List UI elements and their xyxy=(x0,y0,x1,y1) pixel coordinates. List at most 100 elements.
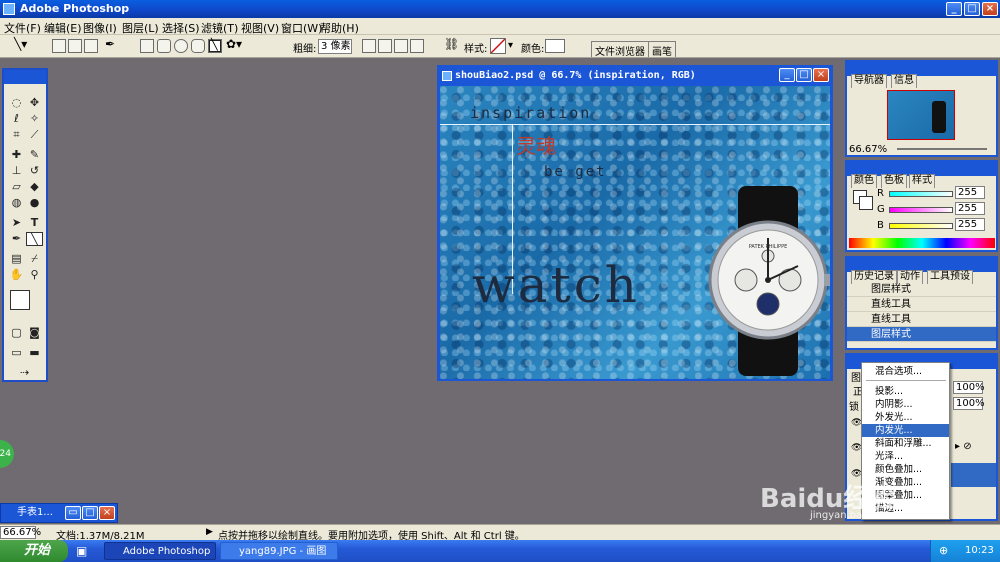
slice-tool-icon[interactable]: ⟋ xyxy=(26,128,43,142)
paint-bucket-icon[interactable]: ◆ xyxy=(26,180,43,194)
menu-filter[interactable]: 滤镜(T) xyxy=(201,20,238,36)
tab-navigator[interactable]: 导航器 xyxy=(851,74,887,88)
maximize-button[interactable]: □ xyxy=(964,2,980,16)
tab-swatches[interactable]: 色板 xyxy=(881,174,907,188)
mini-maximize-button[interactable]: □ xyxy=(82,506,98,520)
status-zoom[interactable]: 66.67% xyxy=(0,526,41,539)
polygon-button[interactable] xyxy=(191,39,205,53)
history-item[interactable]: 直线工具 xyxy=(847,312,996,327)
fullscreen-mode-icon[interactable]: ▬ xyxy=(26,346,43,360)
screen-mode-icon[interactable]: ▭ xyxy=(8,346,25,360)
line-tool-preset-icon[interactable]: ╲▾ xyxy=(14,37,27,51)
healing-brush-icon[interactable]: ✚ xyxy=(8,148,25,162)
menu-help[interactable]: 帮助(H) xyxy=(320,20,359,36)
menu-file[interactable]: 文件(F) xyxy=(4,20,41,36)
navigator-zoom[interactable]: 66.67% xyxy=(849,144,887,155)
pen-tool-icon[interactable]: ✒ xyxy=(8,232,25,246)
selected-layer-row[interactable] xyxy=(951,463,996,487)
fill-pixels-button[interactable] xyxy=(84,39,98,53)
color-bg-swatch[interactable] xyxy=(859,196,873,210)
tab-brushes[interactable]: 画笔 xyxy=(648,41,676,58)
show-desktop-icon[interactable]: ▣ xyxy=(76,544,87,558)
shape-layers-button[interactable] xyxy=(52,39,66,53)
jump-to-imageready-icon[interactable]: ⇢ xyxy=(16,366,33,380)
style-dropdown-icon[interactable]: ▾ xyxy=(508,40,513,51)
menu-view[interactable]: 视图(V) xyxy=(241,20,279,36)
slider-g[interactable] xyxy=(889,207,953,213)
pen-icon[interactable]: ✒ xyxy=(105,37,115,51)
taskbar-photoshop[interactable]: Adobe Photoshop xyxy=(104,542,216,560)
marquee-tool-icon[interactable]: ◌ xyxy=(8,96,25,110)
menu-stroke[interactable]: 描边... xyxy=(862,502,949,515)
tab-styles[interactable]: 样式 xyxy=(909,174,935,188)
blur-tool-icon[interactable]: ◍ xyxy=(8,196,25,210)
value-r[interactable]: 255 xyxy=(955,186,985,199)
crop-tool-icon[interactable]: ⌗ xyxy=(8,128,25,142)
taskbar-paint[interactable]: yang89.JPG - 画图 xyxy=(220,542,338,560)
combine-mode-3[interactable] xyxy=(394,39,408,53)
doc-minimize-button[interactable]: _ xyxy=(779,68,795,82)
floating-badge[interactable]: 24 xyxy=(0,440,14,468)
history-item-selected[interactable]: 图层样式 xyxy=(847,327,996,342)
slider-r[interactable] xyxy=(889,191,953,197)
brush-tool-icon[interactable]: ✎ xyxy=(26,148,43,162)
foreground-color-swatch[interactable] xyxy=(10,290,30,310)
custom-shape-icon[interactable]: ✿▾ xyxy=(226,37,242,51)
value-b[interactable]: 255 xyxy=(955,218,985,231)
menu-select[interactable]: 选择(S) xyxy=(162,20,200,36)
paths-button[interactable] xyxy=(68,39,82,53)
weight-input[interactable]: 3 像素 xyxy=(318,39,352,54)
menu-outer-glow[interactable]: 外发光... xyxy=(862,411,949,424)
rounded-rectangle-button[interactable] xyxy=(157,39,171,53)
color-swatch[interactable] xyxy=(545,39,565,53)
close-button[interactable]: × xyxy=(982,2,998,16)
menu-inner-glow[interactable]: 内发光... xyxy=(862,424,949,437)
combine-mode-1[interactable] xyxy=(362,39,376,53)
menu-image[interactable]: 图像(I) xyxy=(83,20,117,36)
menu-gradient-overlay[interactable]: 渐变叠加... xyxy=(862,476,949,489)
doc-maximize-button[interactable]: □ xyxy=(796,68,812,82)
status-arrow-icon[interactable]: ▶ xyxy=(206,527,213,537)
combine-mode-4[interactable] xyxy=(410,39,424,53)
minimized-document[interactable]: 手表1... ▭ □ × xyxy=(0,503,118,523)
tray-network-icon[interactable]: ⊕ xyxy=(939,540,948,562)
style-swatch[interactable] xyxy=(490,38,506,54)
menu-pattern-overlay[interactable]: 图案叠加... xyxy=(862,489,949,502)
menu-window[interactable]: 窗口(W) xyxy=(281,20,322,36)
combine-mode-2[interactable] xyxy=(378,39,392,53)
clock[interactable]: 10:23 xyxy=(965,545,994,556)
rectangle-shape-button[interactable] xyxy=(140,39,154,53)
fill-input[interactable]: 100% xyxy=(953,397,985,410)
menu-blending-options[interactable]: 混合选项... xyxy=(862,365,949,378)
quick-mask-on-icon[interactable]: ◙ xyxy=(26,326,43,340)
path-selection-icon[interactable]: ➤ xyxy=(8,216,25,230)
zoom-tool-icon[interactable]: ⚲ xyxy=(26,268,43,282)
line-shape-button[interactable]: ╲ xyxy=(208,38,222,53)
menu-bevel-emboss[interactable]: 斜面和浮雕... xyxy=(862,437,949,450)
navigator-thumbnail[interactable] xyxy=(887,90,955,140)
document-canvas[interactable]: inspiration 灵魂 be get watch PATEK PHILIP… xyxy=(440,86,830,379)
menu-layer[interactable]: 图层(L) xyxy=(122,20,159,36)
layers-tab[interactable]: 图 xyxy=(851,369,861,384)
menu-satin[interactable]: 光泽... xyxy=(862,450,949,463)
tab-info[interactable]: 信息 xyxy=(891,74,917,88)
color-ramp[interactable] xyxy=(849,238,995,248)
menu-color-overlay[interactable]: 颜色叠加... xyxy=(862,463,949,476)
tab-file-browser[interactable]: 文件浏览器 xyxy=(591,41,649,58)
mini-restore-button[interactable]: ▭ xyxy=(65,506,81,520)
menu-drop-shadow[interactable]: 投影... xyxy=(862,385,949,398)
clone-stamp-icon[interactable]: ⊥ xyxy=(8,164,25,178)
move-tool-icon[interactable]: ✥ xyxy=(26,96,43,110)
history-brush-icon[interactable]: ↺ xyxy=(26,164,43,178)
hand-tool-icon[interactable]: ✋ xyxy=(8,268,25,282)
history-item[interactable]: 直线工具 xyxy=(847,297,996,312)
start-button[interactable]: 开始 xyxy=(0,540,68,562)
line-tool-icon[interactable]: ╲ xyxy=(26,232,43,246)
eraser-tool-icon[interactable]: ▱ xyxy=(8,180,25,194)
menu-edit[interactable]: 编辑(E) xyxy=(44,20,82,36)
dodge-tool-icon[interactable]: ● xyxy=(26,196,43,210)
type-tool-icon[interactable]: T xyxy=(26,216,43,230)
lasso-tool-icon[interactable]: ℓ xyxy=(8,112,25,126)
link-icon[interactable]: ⛓ xyxy=(444,37,459,51)
magic-wand-icon[interactable]: ✧ xyxy=(26,112,43,126)
